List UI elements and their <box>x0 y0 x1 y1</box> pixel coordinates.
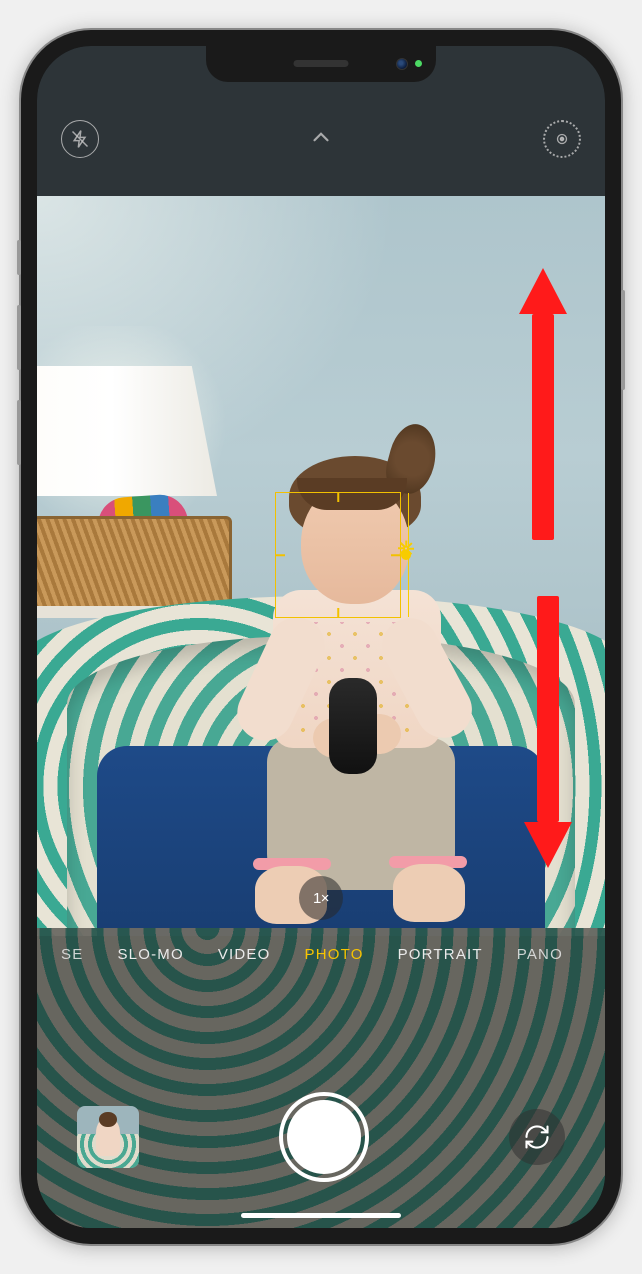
remote-control <box>329 678 377 774</box>
last-photo-thumbnail[interactable] <box>77 1106 139 1168</box>
zoom-label: 1× <box>313 890 329 907</box>
annotation-arrow-up <box>519 268 567 540</box>
exposure-sun-icon[interactable] <box>396 545 416 565</box>
lamp <box>37 366 217 496</box>
notch <box>206 46 436 82</box>
flip-camera-icon <box>523 1123 551 1151</box>
front-camera <box>396 58 408 70</box>
flip-camera-button[interactable] <box>509 1109 565 1165</box>
screen: 1× SE SLO-MO VIDEO PHOTO PORTRAIT P <box>37 46 605 1228</box>
focus-indicator[interactable] <box>275 492 401 618</box>
mode-time-lapse[interactable]: SE <box>61 946 83 963</box>
live-photo-icon[interactable] <box>543 120 581 158</box>
camera-in-use-indicator <box>415 60 422 67</box>
mode-pano[interactable]: PANO <box>517 946 563 963</box>
speaker-grille <box>294 60 349 67</box>
chevron-up-icon[interactable] <box>308 124 334 155</box>
home-indicator[interactable] <box>241 1213 401 1218</box>
camera-viewfinder[interactable]: 1× <box>37 196 605 936</box>
mode-photo[interactable]: PHOTO <box>305 946 364 963</box>
phone-frame: 1× SE SLO-MO VIDEO PHOTO PORTRAIT P <box>21 30 621 1244</box>
shutter-button[interactable] <box>279 1092 369 1182</box>
mute-switch <box>17 240 21 275</box>
mode-selector[interactable]: SE SLO-MO VIDEO PHOTO PORTRAIT PANO <box>37 946 605 963</box>
flash-off-icon[interactable] <box>61 120 99 158</box>
camera-bottom-bar: SE SLO-MO VIDEO PHOTO PORTRAIT PANO <box>37 928 605 1228</box>
mode-video[interactable]: VIDEO <box>218 946 271 963</box>
mode-portrait[interactable]: PORTRAIT <box>398 946 483 963</box>
volume-down <box>17 400 21 465</box>
power-button <box>621 290 625 390</box>
basket <box>37 516 232 611</box>
mode-slo-mo[interactable]: SLO-MO <box>117 946 183 963</box>
annotation-arrow-down <box>524 596 572 868</box>
shutter-inner <box>287 1100 361 1174</box>
zoom-button[interactable]: 1× <box>299 876 343 920</box>
volume-up <box>17 305 21 370</box>
